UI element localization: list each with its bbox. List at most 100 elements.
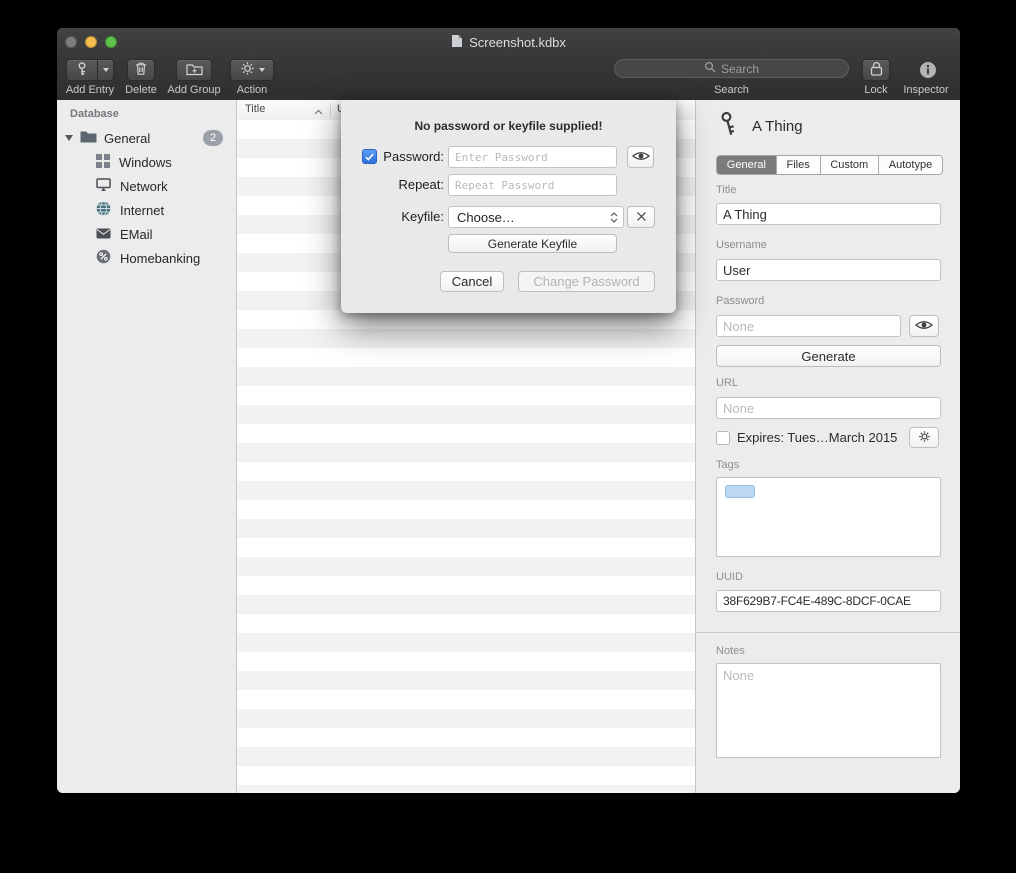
entry-title: A Thing (752, 118, 803, 135)
sidebar-section-header: Database (70, 108, 119, 120)
generate-password-button[interactable]: Generate (716, 345, 941, 367)
keyfile-dropdown-value: Choose… (457, 210, 610, 225)
sidebar-item-internet[interactable]: Internet (57, 198, 236, 222)
tab-files[interactable]: Files (777, 156, 821, 174)
add-group-button[interactable] (176, 59, 212, 81)
column-divider[interactable] (330, 103, 331, 118)
tags-field-label: Tags (716, 459, 739, 471)
reveal-password-button[interactable] (909, 315, 939, 337)
close-window-button[interactable] (65, 36, 77, 48)
folder-icon (80, 130, 97, 146)
dialog-keyfile-label: Keyfile: (379, 209, 444, 224)
macpass-window: Screenshot.kdbx Add Entry Delete Add Gro… (57, 28, 960, 793)
disclosure-triangle-icon[interactable] (65, 135, 73, 141)
tag-token[interactable] (725, 485, 755, 498)
sidebar-item-label: Homebanking (120, 251, 200, 266)
expires-label: Expires: Tues…March 2015 (737, 430, 897, 445)
close-icon (636, 210, 647, 225)
cancel-button[interactable]: Cancel (440, 271, 504, 292)
entry-header: A Thing (719, 108, 803, 144)
search-placeholder: Search (721, 62, 759, 76)
username-field[interactable] (716, 259, 941, 281)
lock-label: Lock (854, 84, 898, 96)
tab-custom[interactable]: Custom (821, 156, 879, 174)
add-entry-dropdown-button[interactable] (98, 59, 114, 81)
gear-icon (240, 61, 255, 79)
search-input[interactable]: Search (614, 59, 849, 78)
titlebar[interactable]: Screenshot.kdbx (57, 28, 960, 56)
dialog-reveal-password-button[interactable] (627, 146, 654, 168)
sidebar-item-homebanking[interactable]: Homebanking (57, 246, 236, 270)
title-field-label: Title (716, 184, 736, 196)
notes-field[interactable] (716, 663, 941, 758)
dialog-repeat-label: Repeat: (379, 177, 444, 192)
document-icon (451, 34, 463, 51)
sidebar-item-windows[interactable]: Windows (57, 150, 236, 174)
tab-autotype[interactable]: Autotype (879, 156, 942, 174)
gear-icon (918, 430, 931, 446)
key-icon (715, 108, 742, 143)
sidebar-item-email[interactable]: EMail (57, 222, 236, 246)
envelope-icon (96, 227, 111, 242)
tab-general[interactable]: General (717, 156, 777, 174)
inspector-divider (696, 632, 960, 633)
title-field[interactable] (716, 203, 941, 225)
keyfile-dropdown[interactable]: Choose… (448, 206, 624, 228)
notes-field-label: Notes (716, 645, 745, 657)
add-entry-button[interactable] (66, 59, 98, 81)
inspector-panel: A Thing General Files Custom Autotype Ti… (695, 100, 960, 793)
url-field-label: URL (716, 377, 738, 389)
url-field[interactable] (716, 397, 941, 419)
sidebar-item-network[interactable]: Network (57, 174, 236, 198)
sidebar-item-label: Internet (120, 203, 164, 218)
info-icon (919, 67, 937, 82)
sidebar: Database General 2 Windows Network (57, 100, 237, 793)
password-checkbox[interactable] (362, 149, 377, 164)
inspector-tabs: General Files Custom Autotype (716, 155, 943, 175)
username-field-label: Username (716, 239, 767, 251)
coin-percent-icon (96, 249, 111, 267)
search-label: Search (614, 84, 849, 96)
action-button[interactable] (230, 59, 274, 81)
dialog-repeat-input[interactable] (448, 174, 617, 196)
inspector-label: Inspector (893, 84, 959, 96)
delete-button[interactable] (127, 59, 155, 81)
checkmark-icon (365, 153, 374, 161)
chevron-down-icon (259, 68, 265, 72)
expires-checkbox[interactable] (716, 431, 730, 445)
inspector-toggle-button[interactable] (918, 61, 938, 81)
toolbar: Add Entry Delete Add Group Action Search (57, 56, 960, 101)
lock-icon (870, 61, 883, 79)
window-title-group: Screenshot.kdbx (451, 34, 566, 51)
column-header-title[interactable]: Title (245, 103, 265, 115)
clear-keyfile-button[interactable] (627, 206, 655, 228)
add-group-label: Add Group (161, 84, 227, 96)
sidebar-item-label: EMail (120, 227, 153, 242)
sidebar-item-label: Network (120, 179, 168, 194)
lock-button[interactable] (862, 59, 890, 81)
dialog-password-input[interactable] (448, 146, 617, 168)
uuid-field-label: UUID (716, 571, 743, 583)
uuid-field[interactable] (716, 590, 941, 612)
trash-icon (134, 61, 148, 79)
minimize-window-button[interactable] (85, 36, 97, 48)
zoom-window-button[interactable] (105, 36, 117, 48)
stepper-icon (610, 212, 618, 223)
tags-field[interactable] (716, 477, 941, 557)
sidebar-item-label: Windows (119, 155, 172, 170)
change-password-button[interactable]: Change Password (518, 271, 655, 292)
sidebar-item-general[interactable]: General 2 (57, 126, 236, 150)
password-field[interactable] (716, 315, 901, 337)
dialog-password-label: Password: (379, 149, 444, 164)
folder-plus-icon (186, 62, 203, 79)
dialog-message: No password or keyfile supplied! (341, 119, 676, 133)
chevron-down-icon (103, 68, 109, 72)
expires-settings-button[interactable] (909, 427, 939, 448)
key-plus-icon (74, 61, 90, 80)
search-icon (704, 61, 716, 76)
globe-icon (96, 201, 111, 219)
entry-count-badge: 2 (203, 130, 223, 146)
action-label: Action (224, 84, 280, 96)
sort-ascending-icon (314, 106, 323, 118)
generate-keyfile-button[interactable]: Generate Keyfile (448, 234, 617, 253)
